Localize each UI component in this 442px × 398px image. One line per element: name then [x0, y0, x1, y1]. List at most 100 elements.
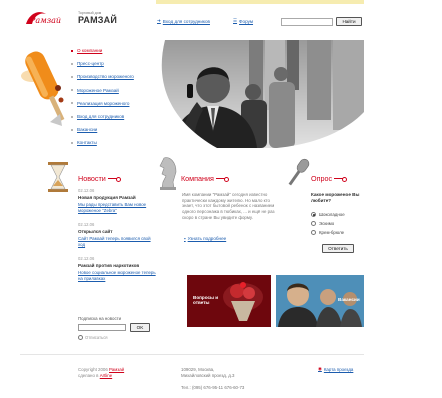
copyright-made-by: сделано в — [78, 372, 99, 378]
subscribe-email-input[interactable] — [78, 324, 126, 331]
list-item: 02.12.06 Открылся сайт Сайт Рамзай тепер… — [78, 222, 156, 247]
map-link[interactable]: ◉ Карта проезда — [318, 366, 353, 372]
bullet-icon — [71, 115, 73, 118]
nav-item-press[interactable]: Пресс-центр — [71, 57, 151, 70]
copyright-text: Copyright 2006 — [78, 367, 108, 372]
news-title: Рамзай против наркотиков — [78, 263, 140, 268]
copyright-brand-link[interactable]: Рамзай — [109, 367, 124, 372]
poll-question: Какое мороженое Вы любите? — [311, 192, 360, 203]
svg-text:Рамзай: Рамзай — [29, 16, 61, 25]
site-logo[interactable]: Рамзай — [24, 8, 62, 30]
copyright: Copyright 2006 Рамзай сделано в Artline — [78, 367, 124, 378]
nav-item-label: Пресс-центр — [77, 61, 104, 67]
developer-link[interactable]: Artline — [100, 373, 112, 378]
company-more-link[interactable]: ▪ Узнать подробнее — [184, 236, 226, 241]
address-line: Михайловский проезд, д.3 — [181, 372, 235, 378]
nav-item-vacancies[interactable]: Вакансии — [71, 123, 151, 136]
forum-label: Форум — [239, 18, 254, 24]
nav-item-label: Производство мороженого — [77, 74, 134, 80]
radio-icon — [78, 335, 83, 340]
nav-item-staff-login[interactable]: Вход для сотрудников — [71, 110, 151, 123]
faq-banner-text: Вопросы и ответы — [193, 295, 219, 306]
vacancies-banner[interactable]: Вакансии — [276, 275, 364, 327]
unsubscribe-label: Отписаться — [85, 335, 108, 340]
poll-answer-button[interactable]: Ответить — [322, 244, 354, 253]
news-list: 02.12.06 Новая продукция Рамзай Мы рады … — [78, 188, 156, 290]
brand-name: РАМЗАЙ — [78, 15, 118, 25]
news-date: 02.12.06 — [78, 256, 95, 261]
news-date: 02.12.06 — [78, 188, 95, 193]
vacancies-banner-text: Вакансии — [338, 297, 360, 302]
radio-icon — [311, 221, 316, 226]
poll-option-eskimo[interactable]: Эскимо — [311, 221, 334, 226]
radio-icon — [311, 212, 316, 217]
poll-heading-label: Опрос — [311, 174, 333, 183]
news-heading-label: Новости — [78, 174, 106, 183]
list-item: 02.12.06 Новая продукция Рамзай Мы рады … — [78, 188, 156, 213]
company-heading-label: Компания — [181, 174, 214, 183]
top-accent-bar — [156, 0, 364, 4]
nav-item-contacts[interactable]: Контакты — [71, 136, 151, 149]
staff-login-link[interactable]: ➜ Вход для сотрудников — [157, 18, 210, 24]
map-icon: ◉ — [318, 366, 322, 371]
forum-link[interactable]: ☰ Форум — [233, 18, 253, 24]
nav-item-label: Мороженое Рамзай — [77, 87, 119, 93]
footer-divider — [20, 354, 364, 355]
main-nav: О компании Пресс-центр Производство моро… — [71, 44, 151, 150]
nav-item-label: Контакты — [77, 140, 97, 146]
nav-item-about[interactable]: О компании — [71, 44, 151, 57]
forum-icon: ☰ — [233, 18, 238, 23]
subscribe-label: Подписка на новости — [78, 316, 122, 321]
news-link[interactable]: Сайт Рамзай теперь появился свой ход — [78, 236, 156, 247]
news-heading: Новости — [78, 174, 121, 183]
nav-item-label: О компании — [77, 48, 103, 54]
company-more-label: Узнать подробнее — [187, 236, 227, 241]
news-date: 02.12.06 — [78, 222, 95, 227]
news-link[interactable]: Мы рады представить Вам новое мороженое … — [78, 202, 156, 213]
staff-login-label: Вход для сотрудников — [162, 18, 210, 24]
nav-item-production[interactable]: Производство мороженого — [71, 70, 151, 83]
search-button[interactable]: Найти — [336, 17, 362, 26]
bullet-icon — [71, 49, 73, 52]
bullet-icon — [71, 128, 73, 131]
radio-icon — [311, 230, 316, 235]
nav-item-sales[interactable]: Реализация мороженого — [71, 97, 151, 110]
unsubscribe-option[interactable]: Отписаться — [78, 335, 108, 340]
faq-banner[interactable]: Вопросы и ответы — [187, 275, 271, 327]
chess-knight-icon — [159, 157, 177, 190]
phone-number: Тел.: (095) 676-95-11 676-60-73 — [181, 384, 245, 390]
ice-cream-illustration — [20, 40, 68, 140]
bullet-icon — [71, 102, 73, 105]
arrow-icon: ➜ — [157, 18, 161, 23]
poll-option-label: Шоколадное — [319, 212, 345, 217]
hero-photo — [157, 40, 364, 148]
poll-option-label: Крем-брюле — [319, 230, 345, 235]
company-heading: Компания — [181, 174, 229, 183]
poll-option-chocolate[interactable]: Шоколадное — [311, 212, 345, 217]
bullet-icon — [71, 75, 73, 78]
news-title: Новая продукция Рамзай — [78, 195, 136, 200]
news-title: Открылся сайт — [78, 229, 113, 234]
logo-swirl-icon: Рамзай — [26, 12, 61, 25]
nav-item-label: Вакансии — [77, 127, 98, 133]
company-description: Имя компании "Рамзай" сегодня известно п… — [182, 192, 275, 220]
heading-underline — [215, 177, 229, 182]
map-link-label: Карта проезда — [323, 366, 354, 372]
bullet-icon — [71, 62, 73, 65]
nav-item-label: Вход для сотрудников — [77, 114, 125, 120]
list-item: 02.12.06 Рамзай против наркотиков Новое … — [78, 256, 156, 281]
search-input[interactable] — [281, 18, 333, 26]
heading-underline — [107, 177, 121, 182]
nav-item-products[interactable]: Мороженое Рамзай — [71, 84, 151, 97]
poll-option-creme-brulee[interactable]: Крем-брюле — [311, 230, 344, 235]
poll-heading: Опрос — [311, 174, 348, 183]
heading-underline — [334, 177, 348, 182]
subscribe-ok-button[interactable]: OK — [130, 323, 150, 332]
bullet-icon — [71, 141, 73, 144]
news-link[interactable]: Новое социальное мороженое теперь на при… — [78, 270, 156, 281]
poll-option-label: Эскимо — [319, 221, 335, 226]
bullet-icon: ▪ — [184, 236, 186, 241]
microphone-icon — [288, 158, 310, 186]
address: 109029, Москва, Михайловский проезд, д.3… — [181, 367, 244, 391]
bullet-icon — [71, 89, 73, 92]
